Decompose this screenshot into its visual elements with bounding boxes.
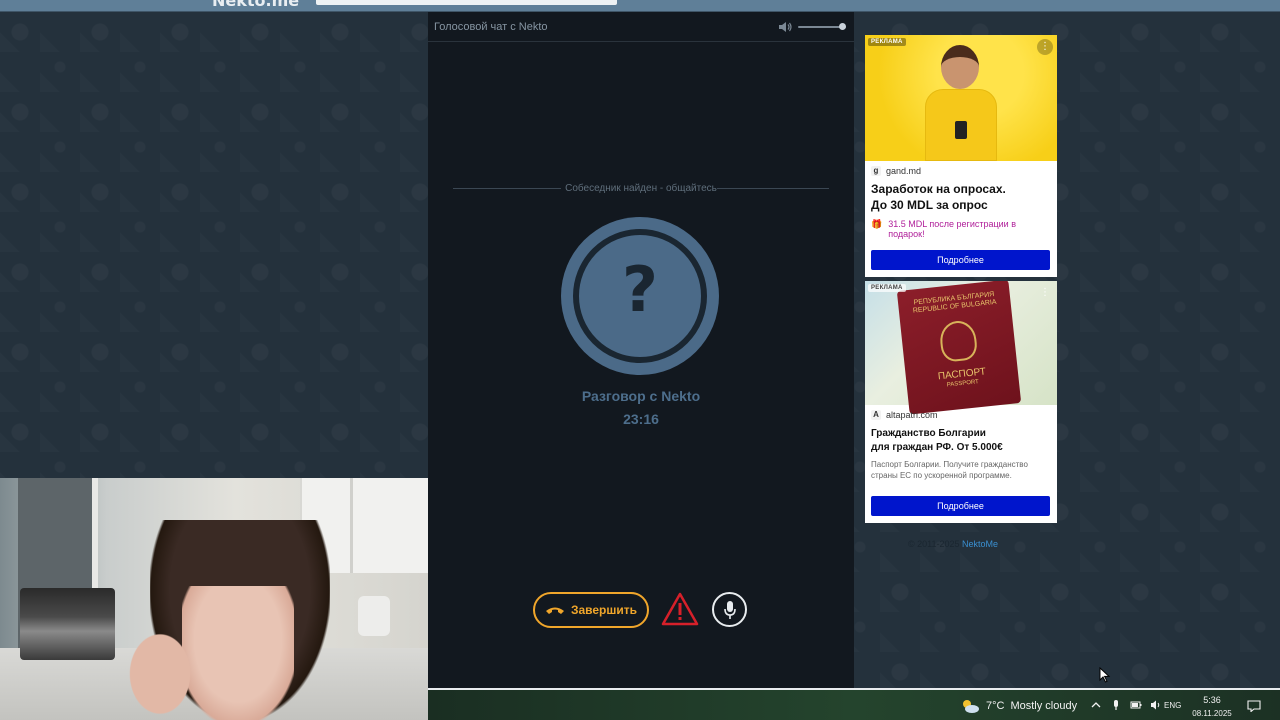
ad-menu-icon[interactable]: ⋮ (1037, 39, 1053, 55)
end-call-label: Завершить (570, 603, 638, 617)
ad-card-surveys[interactable]: РЕКЛАМА ⋮ g gand.md Заработок на опросах… (865, 35, 1057, 277)
cloudy-weather-icon (963, 700, 979, 713)
partner-avatar: ? (561, 217, 719, 375)
passport-picture: РЕПУБЛИКА БЪЛГАРИЯ REPUBLIC OF BULGARIA П… (896, 281, 1022, 415)
question-mark-icon: ? (622, 253, 658, 326)
coat-of-arms-icon (938, 319, 979, 363)
weather-widget[interactable]: 7°C Mostly cloudy (960, 699, 1077, 713)
taskbar-clock[interactable]: 5:36 08.11.2025 (1187, 694, 1237, 720)
report-warning-icon[interactable] (661, 592, 699, 626)
ad-menu-icon[interactable]: ⋮ (1037, 285, 1053, 301)
chat-header: Голосовой чат с Nekto (428, 12, 854, 42)
ad-body-text: Паспорт Болгарии. Получите гражданство с… (871, 460, 1028, 480)
domain-favicon-icon: g (871, 166, 881, 176)
address-bar[interactable] (316, 0, 617, 5)
notification-icon[interactable] (1247, 700, 1261, 712)
chevron-up-icon[interactable] (1090, 699, 1102, 711)
chat-title: Голосовой чат с Nekto (434, 21, 548, 33)
end-call-button[interactable]: Завершить (533, 592, 649, 628)
footer-copyright: © 2011-2025 NektoMe (908, 539, 999, 549)
left-empty-panel (3, 12, 427, 478)
browser-top-strip: Nekto.me (0, 0, 1280, 12)
ad-image-passport: РЕПУБЛИКА БЪЛГАРИЯ REPUBLIC OF BULGARIA П… (865, 281, 1057, 415)
call-timer: 23:16 (623, 411, 659, 427)
battery-icon[interactable] (1130, 699, 1142, 711)
speaker-icon[interactable] (1150, 699, 1162, 711)
ad-domain[interactable]: g gand.md (871, 166, 921, 176)
microphone-tray-icon[interactable] (1110, 699, 1122, 711)
volume-slider-knob[interactable] (839, 23, 846, 30)
webcam-preview (0, 478, 428, 720)
ad-label: РЕКЛАМА (868, 284, 906, 292)
ad-promo: 🎁 31.5 MDL после регистрации в подарок! (871, 219, 1016, 239)
ad-cta-button[interactable]: Подробнее (871, 250, 1050, 270)
mouse-cursor-icon (1099, 667, 1111, 683)
windows-taskbar: 7°C Mostly cloudy ENG 5:36 08.11.2025 (428, 688, 1280, 720)
ad-headline[interactable]: Гражданство Болгарии для граждан РФ. От … (871, 427, 1051, 455)
ad-card-citizenship[interactable]: РЕПУБЛИКА БЪЛГАРИЯ REPUBLIC OF BULGARIA П… (865, 281, 1057, 523)
partner-name: Разговор с Nekto (581, 388, 701, 404)
status-divider: Собеседник найден - общайтесь (453, 182, 829, 196)
connection-status: Собеседник найден - общайтесь (565, 183, 717, 194)
ad-image-man-with-phone (865, 35, 1057, 161)
voice-chat-panel: Голосовой чат с Nekto Собеседник найден … (428, 12, 854, 688)
ad-headline[interactable]: Заработок на опросах. До 30 MDL за опрос (871, 182, 1051, 213)
site-logo[interactable]: Nekto.me (212, 0, 299, 10)
domain-favicon-icon: A (871, 410, 881, 420)
hang-up-icon (545, 607, 564, 614)
ad-domain[interactable]: A altapatri.com (871, 410, 938, 420)
ad-label: РЕКЛАМА (868, 38, 906, 46)
volume-icon[interactable] (779, 21, 793, 33)
ad-cta-button[interactable]: Подробнее (871, 496, 1050, 516)
microphone-icon (723, 600, 736, 619)
language-indicator[interactable]: ENG (1164, 701, 1181, 710)
system-tray (1090, 699, 1162, 711)
gift-icon: 🎁 (871, 219, 883, 229)
footer-link-nektome[interactable]: NektoMe (962, 539, 998, 549)
microphone-button[interactable] (712, 592, 747, 627)
